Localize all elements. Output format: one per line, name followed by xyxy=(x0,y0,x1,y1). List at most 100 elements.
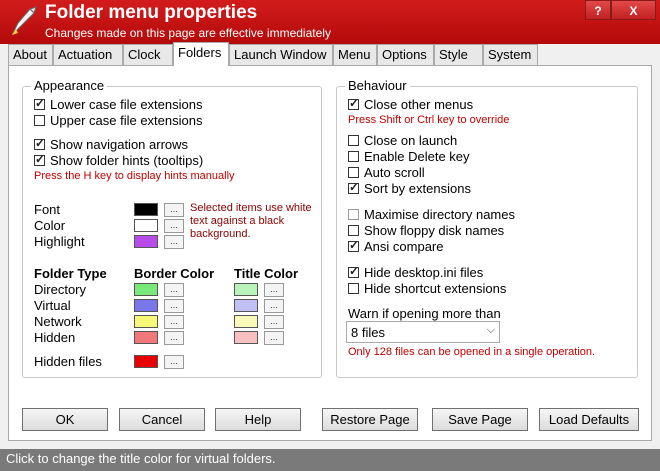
floppy-disk-names-label[interactable]: Show floppy disk names xyxy=(364,223,504,238)
cancel-button[interactable]: Cancel xyxy=(119,408,205,431)
font-color-swatch[interactable] xyxy=(134,203,158,216)
virtual-title-swatch[interactable] xyxy=(234,299,258,312)
hint-note: Press the H key to display hints manuall… xyxy=(34,170,235,182)
help-button[interactable]: Help xyxy=(215,408,301,431)
color-label: Color xyxy=(34,218,66,233)
selected-note-line: background. xyxy=(190,228,251,240)
hidden-files-swatch[interactable] xyxy=(134,355,158,368)
text-color-swatch[interactable] xyxy=(134,219,158,232)
close-other-menus-label[interactable]: Close other menus xyxy=(364,97,473,112)
virtual-border-ellipsis-button[interactable]: ... xyxy=(164,299,184,313)
maximise-dir-names-label[interactable]: Maximise directory names xyxy=(364,207,515,222)
window-title: Folder menu properties xyxy=(45,2,258,23)
ok-button[interactable]: OK xyxy=(22,408,108,431)
hide-shortcut-ext-label[interactable]: Hide shortcut extensions xyxy=(364,281,506,296)
enable-delete-key-label[interactable]: Enable Delete key xyxy=(364,149,470,164)
directory-border-ellipsis-button[interactable]: ... xyxy=(164,283,184,297)
window: Folder menu properties Changes made on t… xyxy=(0,0,660,471)
appearance-legend: Appearance xyxy=(31,78,108,93)
border-color-header: Border Color xyxy=(134,266,215,281)
sort-by-extensions-label[interactable]: Sort by extensions xyxy=(364,181,471,196)
hidden-border-ellipsis-button[interactable]: ... xyxy=(164,331,184,345)
hidden-files-ellipsis-button[interactable]: ... xyxy=(164,355,184,369)
hidden-title-swatch[interactable] xyxy=(234,331,258,344)
font-label: Font xyxy=(34,202,61,217)
network-border-swatch[interactable] xyxy=(134,315,158,328)
folder-type-network: Network xyxy=(34,314,82,329)
selected-note-line: Selected items use white xyxy=(190,202,312,214)
tab-actuation[interactable]: Actuation xyxy=(53,44,123,65)
hide-desktop-ini-label[interactable]: Hide desktop.ini files xyxy=(364,265,483,280)
tab-menu[interactable]: Menu xyxy=(333,44,377,65)
close-other-menus-checkbox[interactable] xyxy=(348,96,359,110)
hide-shortcut-ext-checkbox[interactable] xyxy=(348,283,359,294)
chevron-down-icon: ⌵ xyxy=(486,324,495,336)
override-note: Press Shift or Ctrl key to override xyxy=(348,114,510,126)
enable-delete-key-checkbox[interactable] xyxy=(348,151,359,162)
title-bar: Folder menu properties Changes made on t… xyxy=(0,0,660,44)
save-page-button[interactable]: Save Page xyxy=(432,408,528,431)
upper-case-ext-checkbox[interactable] xyxy=(34,115,45,126)
sort-by-extensions-checkbox[interactable] xyxy=(348,180,359,194)
warn-files-select[interactable]: 8 files ⌵ xyxy=(346,321,500,343)
directory-title-swatch[interactable] xyxy=(234,283,258,296)
tab-clock[interactable]: Clock xyxy=(123,44,173,65)
folder-type-header: Folder Type xyxy=(34,266,107,281)
virtual-border-swatch[interactable] xyxy=(134,299,158,312)
folder-type-hidden: Hidden xyxy=(34,330,76,345)
tab-launch-window[interactable]: Launch Window xyxy=(229,44,333,65)
hidden-files-label: Hidden files xyxy=(34,354,102,369)
color-ellipsis-button[interactable]: ... xyxy=(164,219,184,233)
highlight-ellipsis-button[interactable]: ... xyxy=(164,235,184,249)
network-title-ellipsis-button[interactable]: ... xyxy=(264,315,284,329)
auto-scroll-checkbox[interactable] xyxy=(348,167,359,178)
upper-case-ext-label[interactable]: Upper case file extensions xyxy=(50,113,202,128)
status-text: Click to change the title color for virt… xyxy=(6,451,276,466)
hide-desktop-ini-checkbox[interactable] xyxy=(348,264,359,278)
lower-case-ext-label[interactable]: Lower case file extensions xyxy=(50,97,202,112)
highlight-label: Highlight xyxy=(34,234,85,249)
app-rocket-icon xyxy=(11,6,37,36)
highlight-color-swatch[interactable] xyxy=(134,235,158,248)
title-color-header: Title Color xyxy=(234,266,299,281)
selected-note-line: text against a black xyxy=(190,215,285,227)
virtual-title-ellipsis-button[interactable]: ... xyxy=(264,299,284,313)
window-subtitle: Changes made on this page are effective … xyxy=(45,26,331,40)
close-on-launch-label[interactable]: Close on launch xyxy=(364,133,457,148)
restore-page-button[interactable]: Restore Page xyxy=(322,408,418,431)
hidden-border-swatch[interactable] xyxy=(134,331,158,344)
ansi-compare-label[interactable]: Ansi compare xyxy=(364,239,443,254)
network-border-ellipsis-button[interactable]: ... xyxy=(164,315,184,329)
close-on-launch-checkbox[interactable] xyxy=(348,135,359,146)
warn-files-value: 8 files xyxy=(351,325,385,340)
tab-folders[interactable]: Folders xyxy=(173,42,229,66)
auto-scroll-label[interactable]: Auto scroll xyxy=(364,165,425,180)
behaviour-legend: Behaviour xyxy=(345,78,410,93)
selected-note: Selected items use white text against a … xyxy=(190,202,312,241)
directory-title-ellipsis-button[interactable]: ... xyxy=(264,283,284,297)
status-bar: Click to change the title color for virt… xyxy=(0,449,660,471)
tab-system[interactable]: System xyxy=(483,44,538,65)
close-button[interactable]: X xyxy=(611,0,656,20)
network-title-swatch[interactable] xyxy=(234,315,258,328)
tab-options[interactable]: Options xyxy=(377,44,434,65)
maximise-dir-names-checkbox[interactable] xyxy=(348,209,359,220)
folder-hints-label[interactable]: Show folder hints (tooltips) xyxy=(50,153,203,168)
lower-case-ext-checkbox[interactable] xyxy=(34,96,45,110)
warn-label: Warn if opening more than xyxy=(348,306,501,321)
hidden-title-ellipsis-button[interactable]: ... xyxy=(264,331,284,345)
tab-about[interactable]: About xyxy=(8,44,53,65)
folder-type-virtual: Virtual xyxy=(34,298,71,313)
warn-note: Only 128 files can be opened in a single… xyxy=(348,346,596,358)
tab-style[interactable]: Style xyxy=(434,44,483,65)
help-caption-button[interactable]: ? xyxy=(585,0,611,20)
floppy-disk-names-checkbox[interactable] xyxy=(348,225,359,236)
ansi-compare-checkbox[interactable] xyxy=(348,238,359,252)
nav-arrows-checkbox[interactable] xyxy=(34,136,45,150)
folder-type-directory: Directory xyxy=(34,282,87,297)
font-ellipsis-button[interactable]: ... xyxy=(164,203,184,217)
load-defaults-button[interactable]: Load Defaults xyxy=(539,408,639,431)
nav-arrows-label[interactable]: Show navigation arrows xyxy=(50,137,188,152)
folder-hints-checkbox[interactable] xyxy=(34,152,45,166)
directory-border-swatch[interactable] xyxy=(134,283,158,296)
